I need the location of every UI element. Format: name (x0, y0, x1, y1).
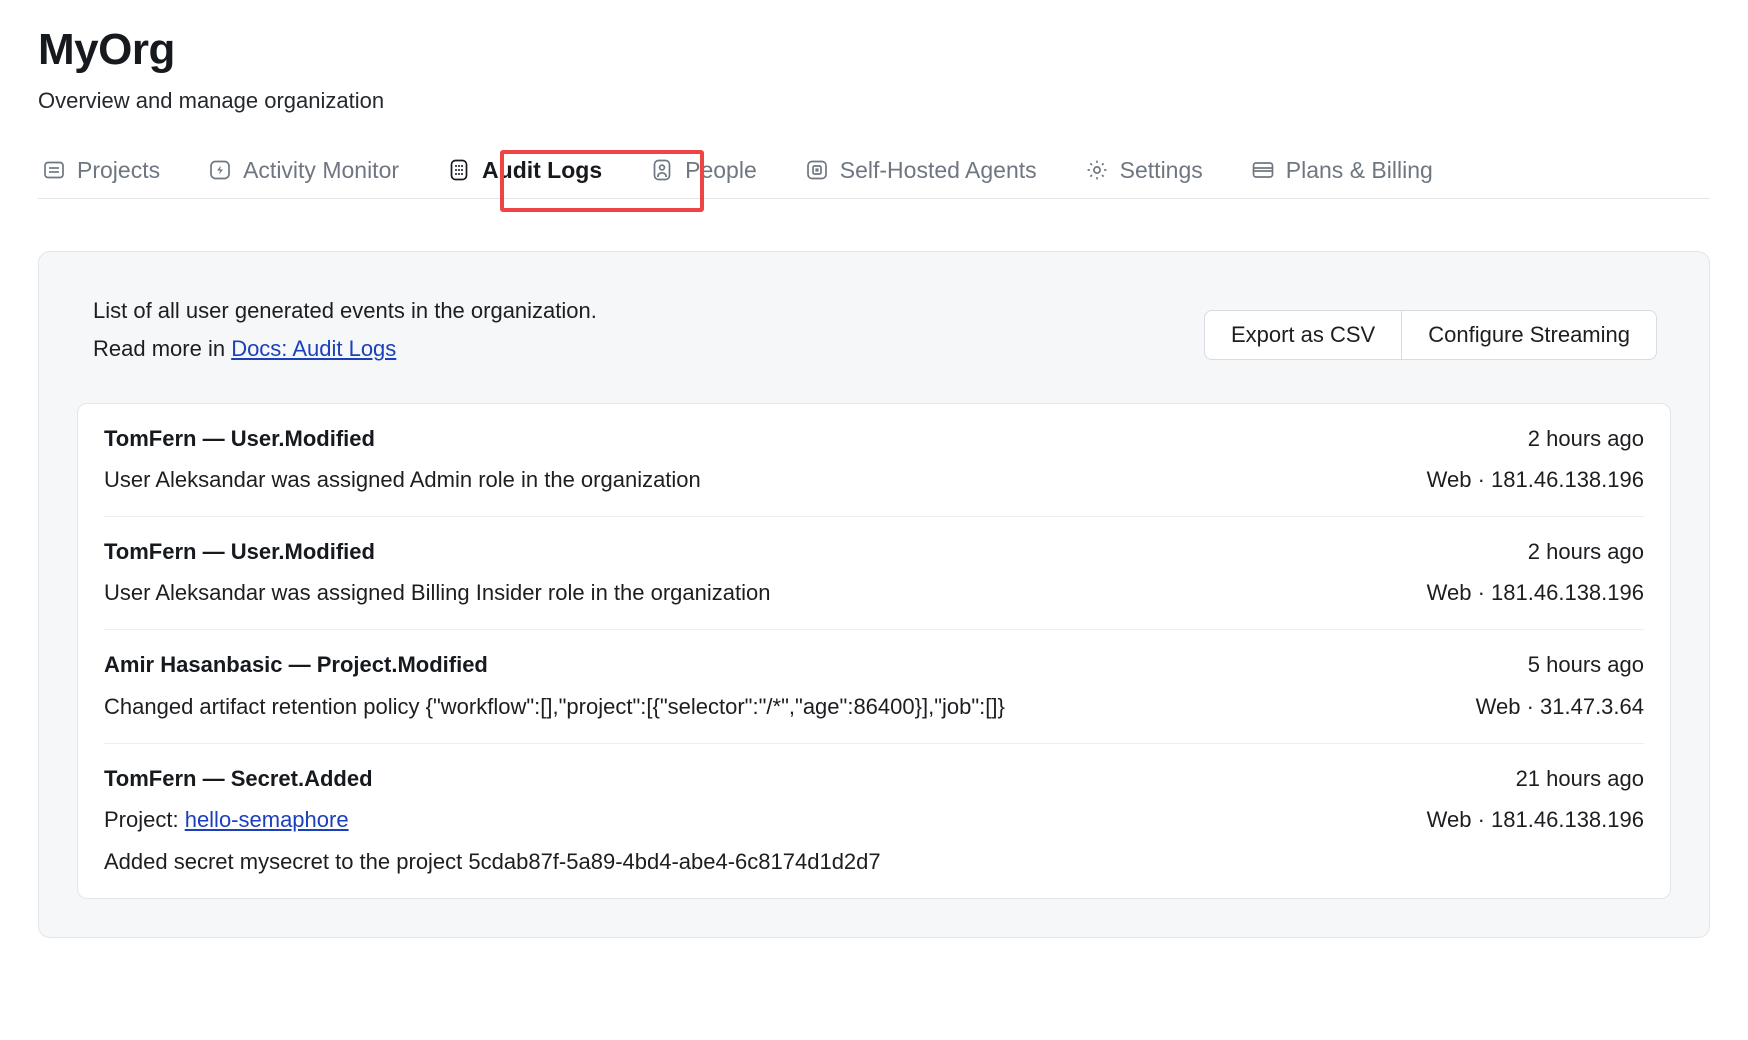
tab-plans-billing[interactable]: Plans & Billing (1247, 149, 1455, 198)
tab-label: People (685, 156, 757, 183)
log-entry-detail: User Aleksandar was assigned Billing Ins… (104, 580, 771, 606)
log-entry-meta-block: 2 hours ago Web · 181.46.138.196 (1427, 426, 1644, 496)
log-entry-meta-block: 21 hours ago Web · 181.46.138.196 (1427, 766, 1644, 836)
log-entry-title: TomFern — User.Modified (104, 539, 375, 565)
export-as-csv-button[interactable]: Export as CSV (1203, 309, 1402, 360)
log-entry-detail-secondary: Added secret mysecret to the project 5cd… (104, 848, 881, 874)
table-row[interactable]: Amir Hasanbasic — Project.Modified Chang… (104, 630, 1644, 744)
log-entry-source: Web · 181.46.138.196 (1426, 807, 1644, 833)
log-entry-title: Amir Hasanbasic — Project.Modified (104, 652, 488, 678)
list-panel-icon (42, 158, 66, 182)
panel-header: List of all user generated events in the… (77, 292, 1671, 369)
tab-projects[interactable]: Projects (38, 149, 182, 198)
tab-label: Projects (77, 156, 161, 183)
gear-icon (1085, 158, 1109, 182)
log-entry-content: TomFern — User.Modified User Aleksandar … (104, 539, 770, 609)
grid-dots-icon (447, 158, 471, 182)
log-entry-detail: User Aleksandar was assigned Admin role … (104, 467, 701, 493)
log-entry-source: Web · 181.46.138.196 (1426, 467, 1644, 493)
audit-logs-panel: List of all user generated events in the… (38, 250, 1710, 938)
credit-card-icon (1251, 158, 1275, 182)
log-entry-source: Web · 31.47.3.64 (1475, 693, 1644, 719)
log-entry-time: 21 hours ago (1515, 765, 1644, 791)
project-link[interactable]: hello-semaphore (185, 807, 349, 832)
log-entry-content: TomFern — User.Modified User Aleksandar … (104, 426, 701, 496)
audit-log-list: TomFern — User.Modified User Aleksandar … (77, 402, 1671, 899)
log-entry-time: 2 hours ago (1527, 539, 1644, 565)
lightning-bolt-icon (208, 158, 232, 182)
log-entry-source: Web · 181.46.138.196 (1426, 580, 1644, 606)
table-row[interactable]: TomFern — User.Modified User Aleksandar … (104, 404, 1644, 518)
tab-label: Self-Hosted Agents (839, 156, 1037, 183)
log-entry-detail: Project: hello-semaphore (104, 804, 881, 836)
log-entry-detail: Changed artifact retention policy {"work… (104, 693, 1005, 719)
person-badge-icon (650, 158, 674, 182)
page-root: MyOrg Overview and manage organization P… (0, 0, 1748, 938)
log-entry-meta-block: 5 hours ago Web · 31.47.3.64 (1476, 652, 1644, 722)
log-entry-title: TomFern — User.Modified (104, 425, 375, 451)
tab-settings[interactable]: Settings (1081, 149, 1225, 198)
tab-self-hosted-agents[interactable]: Self-Hosted Agents (801, 149, 1059, 198)
square-in-square-icon (805, 158, 829, 182)
panel-description: List of all user generated events in the… (77, 292, 597, 369)
page-title: MyOrg (38, 25, 175, 74)
tab-label: Plans & Billing (1285, 156, 1433, 183)
table-row[interactable]: TomFern — User.Modified User Aleksandar … (104, 517, 1644, 631)
tab-people[interactable]: People (646, 149, 779, 198)
log-entry-content: TomFern — Secret.Added Project: hello-se… (104, 766, 881, 878)
page-subtitle: Overview and manage organization (38, 88, 385, 114)
log-entry-title: TomFern — Secret.Added (104, 765, 373, 791)
configure-streaming-button[interactable]: Configure Streaming (1401, 309, 1657, 360)
tab-audit-logs[interactable]: Audit Logs (443, 149, 624, 198)
tab-label: Audit Logs (482, 156, 603, 183)
log-entry-time: 5 hours ago (1527, 652, 1644, 678)
tab-label: Activity Monitor (243, 156, 400, 183)
tabbar: Projects Activity Monitor Audit Logs Peo… (38, 149, 1710, 212)
table-row[interactable]: TomFern — Secret.Added Project: hello-se… (104, 744, 1644, 898)
panel-description-line1: List of all user generated events in the… (93, 297, 597, 323)
log-entry-time: 2 hours ago (1527, 425, 1644, 451)
read-more-text: Read more in (93, 336, 232, 362)
project-label: Project: (104, 807, 185, 833)
log-entry-content: Amir Hasanbasic — Project.Modified Chang… (104, 652, 1005, 722)
panel-actions: Export as CSV Configure Streaming (1203, 309, 1657, 360)
tab-label: Settings (1119, 156, 1203, 183)
tab-activity-monitor[interactable]: Activity Monitor (204, 149, 421, 198)
docs-audit-logs-link[interactable]: Docs: Audit Logs (231, 336, 396, 361)
log-entry-meta-block: 2 hours ago Web · 181.46.138.196 (1427, 539, 1644, 609)
panel-description-line2: Read more in Docs: Audit Logs (93, 330, 597, 369)
